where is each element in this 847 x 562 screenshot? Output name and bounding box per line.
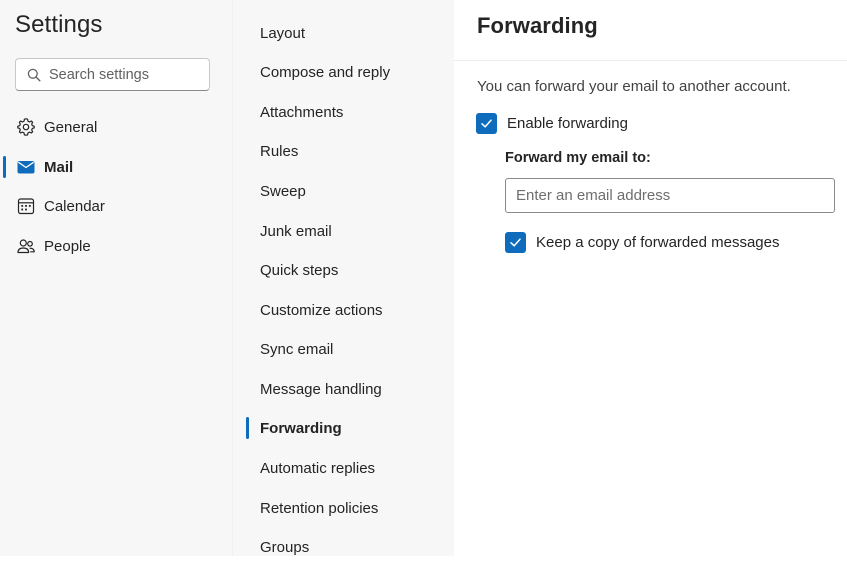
category-people[interactable]: People [0, 228, 232, 264]
forwarding-content: Forwarding You can forward your email to… [454, 0, 847, 556]
search-input[interactable] [49, 66, 199, 83]
nav-sync-email[interactable]: Sync email [260, 334, 333, 364]
keep-copy-label[interactable]: Keep a copy of forwarded messages [536, 234, 779, 251]
category-general[interactable]: General [0, 109, 232, 145]
category-general-label: General [44, 118, 98, 136]
nav-quick-steps[interactable]: Quick steps [260, 255, 338, 285]
settings-category-pane: Settings General Mail [0, 0, 232, 556]
people-icon [16, 236, 36, 256]
settings-title: Settings [15, 11, 103, 38]
gear-icon [16, 117, 36, 137]
category-calendar[interactable]: Calendar [0, 188, 232, 224]
forwarding-description: You can forward your email to another ac… [477, 78, 791, 95]
nav-sweep[interactable]: Sweep [260, 176, 306, 206]
checkmark-icon [510, 238, 521, 247]
enable-forwarding-checkbox[interactable] [476, 113, 497, 134]
category-calendar-label: Calendar [44, 197, 105, 215]
search-icon [27, 68, 41, 82]
nav-customize-actions[interactable]: Customize actions [260, 295, 383, 325]
forward-to-label: Forward my email to: [505, 150, 651, 166]
calendar-icon [16, 196, 36, 216]
nav-message-handling[interactable]: Message handling [260, 374, 382, 404]
mail-settings-nav: Layout Compose and reply Attachments Rul… [232, 0, 454, 556]
checkmark-icon [481, 119, 492, 128]
nav-compose-and-reply[interactable]: Compose and reply [260, 57, 390, 87]
nav-rules[interactable]: Rules [260, 136, 298, 166]
nav-groups[interactable]: Groups [260, 532, 309, 562]
page-title: Forwarding [477, 13, 598, 38]
nav-attachments[interactable]: Attachments [260, 97, 343, 127]
nav-automatic-replies[interactable]: Automatic replies [260, 453, 375, 483]
divider [454, 60, 847, 61]
keep-copy-checkbox[interactable] [505, 232, 526, 253]
selected-indicator [3, 156, 6, 178]
nav-junk-email[interactable]: Junk email [260, 216, 332, 246]
nav-layout[interactable]: Layout [260, 18, 305, 48]
search-box[interactable] [15, 58, 210, 91]
nav-retention-policies[interactable]: Retention policies [260, 493, 378, 523]
nav-forwarding[interactable]: Forwarding [260, 413, 342, 443]
selected-indicator [246, 417, 249, 439]
mail-icon [16, 157, 36, 177]
category-mail-label: Mail [44, 158, 74, 176]
enable-forwarding-label[interactable]: Enable forwarding [507, 115, 628, 132]
forward-email-input[interactable] [505, 178, 835, 213]
category-people-label: People [44, 237, 91, 255]
category-mail[interactable]: Mail [0, 149, 232, 185]
